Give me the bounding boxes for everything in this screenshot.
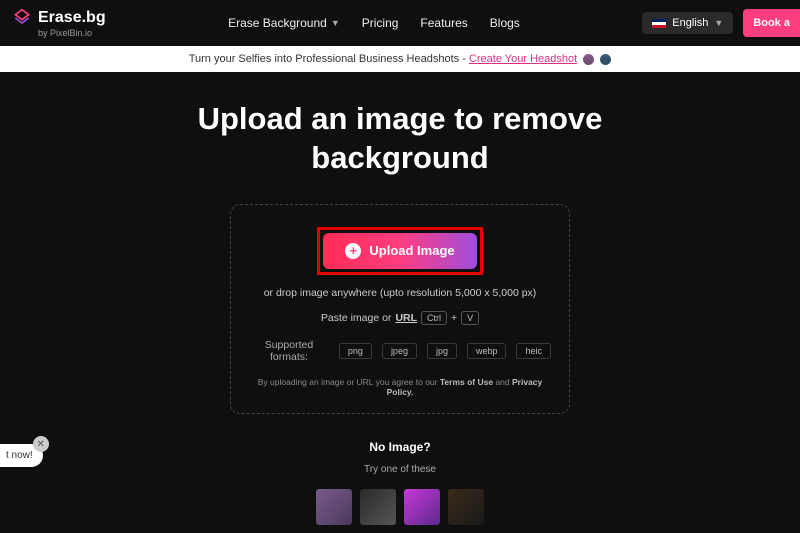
chevron-down-icon: ▼ [331,18,340,28]
sample-thumb[interactable] [404,489,440,525]
main-nav: Erase Background ▼ Pricing Features Blog… [228,16,520,30]
book-button[interactable]: Book a [743,9,800,37]
logo-icon [12,8,32,28]
sample-thumb[interactable] [316,489,352,525]
paste-row: Paste image or URL Ctrl + V [249,311,551,325]
paste-url-link[interactable]: URL [395,312,417,324]
nav-pricing[interactable]: Pricing [362,16,399,30]
format-badge: webp [467,343,507,359]
page-title: Upload an image to remove background [0,100,800,178]
no-image-sub: Try one of these [0,464,800,475]
nav-features[interactable]: Features [420,16,467,30]
chevron-down-icon: ▼ [714,18,723,28]
plus-icon: + [345,243,361,259]
format-badge: jpg [427,343,457,359]
sample-thumb[interactable] [360,489,396,525]
sample-thumb[interactable] [448,489,484,525]
upload-disclaimer: By uploading an image or URL you agree t… [249,377,551,397]
logo-title: Erase.bg [38,9,106,27]
avatar-icon [583,54,594,65]
create-headshot-link[interactable]: Create Your Headshot [469,53,577,65]
language-selector[interactable]: English ▼ [642,12,733,34]
upload-button-highlight: + Upload Image [317,227,482,275]
nav-blogs[interactable]: Blogs [490,16,520,30]
format-badge: jpeg [382,343,417,359]
nav-erase-background[interactable]: Erase Background ▼ [228,16,340,30]
upload-image-button[interactable]: + Upload Image [323,233,476,269]
avatar-icon [600,54,611,65]
key-v: V [461,311,479,325]
drop-hint: or drop image anywhere (upto resolution … [249,287,551,299]
format-badge: png [339,343,372,359]
no-image-section: No Image? Try one of these [0,440,800,525]
terms-link[interactable]: Terms of Use [440,377,493,387]
no-image-title: No Image? [0,440,800,454]
key-ctrl: Ctrl [421,311,447,325]
flag-icon [652,19,666,28]
close-icon[interactable]: ✕ [33,436,49,452]
logo-subtitle: by PixelBin.io [38,28,106,38]
chat-widget[interactable]: t now! ✕ [0,444,43,467]
format-badge: heic [516,343,551,359]
hero: Upload an image to remove background [0,100,800,178]
upload-card[interactable]: + Upload Image or drop image anywhere (u… [230,204,570,414]
formats-row: Supported formats: png jpeg jpg webp hei… [249,339,551,363]
promo-banner: Turn your Selfies into Professional Busi… [0,46,800,72]
logo[interactable]: Erase.bg by PixelBin.io [12,8,106,38]
sample-thumbnails [0,489,800,525]
